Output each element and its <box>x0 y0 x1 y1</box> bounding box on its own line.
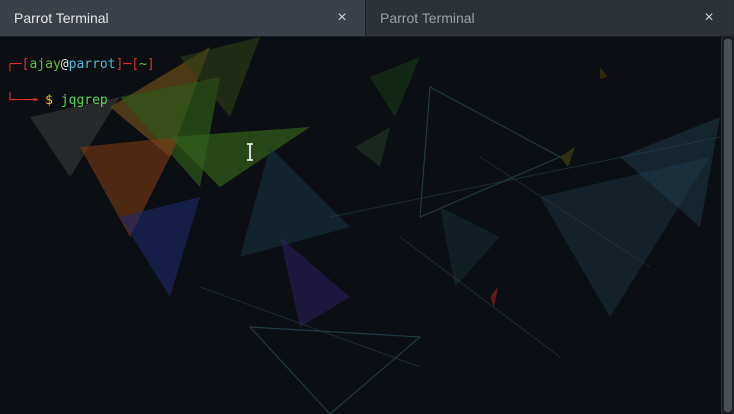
terminal-area[interactable]: ┌─[ajay@parrot]─[~] └──╼ $ jqgrep <box>0 37 722 414</box>
prompt-host: parrot <box>68 57 116 72</box>
tab-parrot-terminal-2[interactable]: Parrot Terminal × <box>366 0 732 36</box>
tab-label: Parrot Terminal <box>380 10 475 26</box>
terminal-output: ┌─[ajay@parrot]─[~] └──╼ $ jqgrep <box>6 38 155 146</box>
prompt-symbol: $ <box>45 93 53 108</box>
tab-bar: Parrot Terminal × Parrot Terminal × <box>0 0 734 37</box>
text-cursor-icon <box>247 143 253 161</box>
prompt-line-2: └──╼ $ jqgrep <box>6 93 108 108</box>
prompt-user: ajay <box>29 57 61 72</box>
scrollbar-thumb[interactable] <box>724 39 732 412</box>
prompt-line-1: ┌─[ajay@parrot]─[~] <box>6 57 155 72</box>
prompt-dir: ~ <box>139 57 147 72</box>
typed-command: jqgrep <box>60 93 108 108</box>
tab-parrot-terminal-1[interactable]: Parrot Terminal × <box>0 0 366 36</box>
scrollbar[interactable] <box>721 37 734 414</box>
tab-label: Parrot Terminal <box>14 10 109 26</box>
close-tab-icon[interactable]: × <box>333 8 351 28</box>
close-tab-icon[interactable]: × <box>700 8 718 28</box>
